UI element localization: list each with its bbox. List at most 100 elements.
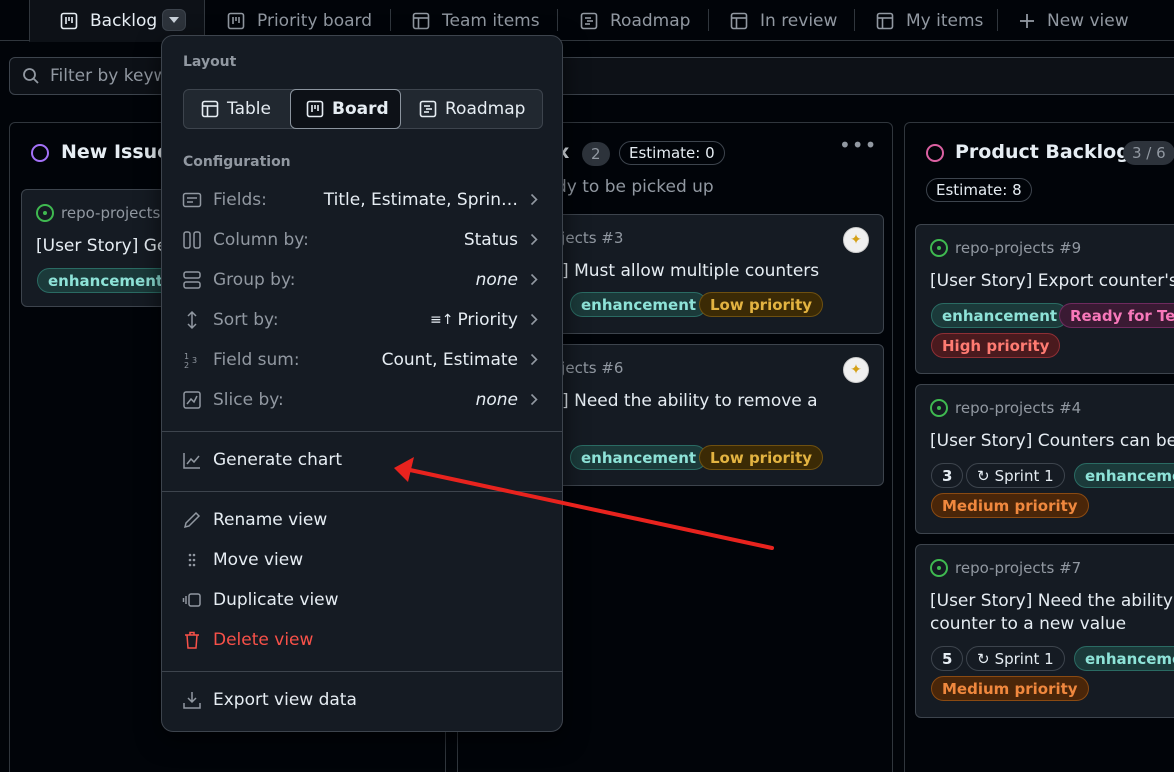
- board-icon: [227, 12, 245, 29]
- layout-label: Roadmap: [445, 99, 526, 119]
- config-sort-by[interactable]: Sort by: ≡↑ Priority: [162, 300, 562, 340]
- sort-ascending-icon: ≡↑: [430, 312, 454, 328]
- column-more-icon[interactable]: •••: [839, 133, 877, 157]
- tab-divider: [997, 9, 998, 31]
- issue-open-icon: [930, 239, 948, 257]
- label-enhancement[interactable]: enhancement: [931, 303, 1069, 328]
- config-fields[interactable]: Fields: Title, Estimate, Sprin…: [162, 180, 562, 220]
- sprint-badge[interactable]: ↻ Sprint 1: [966, 646, 1065, 671]
- card-title[interactable]: [User Story] Export counter's c: [930, 270, 1174, 293]
- grabber-icon: [188, 553, 196, 567]
- chevron-right-icon: [530, 393, 538, 406]
- tab-my-items[interactable]: My items: [876, 0, 983, 41]
- delete-view-item[interactable]: Delete view: [162, 620, 562, 660]
- card-repo: repo-projects #4: [955, 399, 1082, 417]
- card-meta: repo-projects #7: [930, 559, 1081, 577]
- configuration-heading: Configuration: [183, 154, 291, 170]
- config-group-by[interactable]: Group by: none: [162, 260, 562, 300]
- config-column-by[interactable]: Column by: Status: [162, 220, 562, 260]
- issue-open-icon: [36, 204, 54, 222]
- duplicate-view-item[interactable]: Duplicate view: [162, 580, 562, 620]
- label-low-priority[interactable]: Low priority: [699, 445, 824, 470]
- card-title[interactable]: [User Story] Need the ability t: [930, 590, 1174, 613]
- config-label: Field sum:: [213, 350, 300, 370]
- filter-placeholder: Filter by keyw: [50, 66, 168, 86]
- label-enhancement[interactable]: enhancemen: [1074, 646, 1174, 671]
- card-meta: repo-projects #4: [930, 399, 1081, 417]
- tab-roadmap[interactable]: Roadmap: [580, 0, 690, 41]
- menu-divider: [162, 671, 562, 672]
- board-icon: [60, 12, 78, 29]
- graph-icon: [183, 453, 200, 469]
- fields-icon: [182, 192, 202, 208]
- issue-open-icon: [930, 399, 948, 417]
- sprint-label: Sprint 1: [994, 649, 1054, 668]
- card-title[interactable]: [User Story] Ge: [36, 235, 167, 258]
- label-enhancement[interactable]: enhancement: [570, 445, 708, 470]
- menu-item-label: Export view data: [213, 690, 357, 710]
- config-label: Slice by:: [213, 390, 284, 410]
- tab-divider: [854, 9, 855, 31]
- move-view-item[interactable]: Move view: [162, 540, 562, 580]
- export-view-data-item[interactable]: Export view data: [162, 680, 562, 720]
- chevron-right-icon: [530, 353, 538, 366]
- tab-in-review[interactable]: In review: [730, 0, 837, 41]
- avatar-icon: ✦: [850, 232, 862, 248]
- layout-table-button[interactable]: Table: [201, 90, 271, 128]
- label-medium-priority[interactable]: Medium priority: [931, 676, 1089, 701]
- column-title: Product Backlog: [955, 141, 1130, 163]
- issue-card[interactable]: repo-projects #7 [User Story] Need the a…: [915, 544, 1174, 718]
- issue-card[interactable]: repo-projects #4 [User Story] Counters c…: [915, 384, 1174, 534]
- tab-label: New view: [1047, 10, 1129, 31]
- layout-switcher: Table Board Roadmap: [183, 89, 543, 129]
- estimate-badge: 5: [931, 646, 964, 671]
- menu-divider: [162, 491, 562, 492]
- plus-icon: [1020, 13, 1034, 28]
- label-high-priority[interactable]: High priority: [931, 333, 1061, 358]
- card-title[interactable]: y] Need the ability to remove a: [552, 390, 818, 413]
- new-view-button[interactable]: New view: [1019, 0, 1129, 41]
- label-enhancement[interactable]: enhancement: [37, 268, 175, 293]
- tab-menu-button[interactable]: [162, 9, 186, 31]
- config-label: Fields:: [213, 190, 267, 210]
- view-options-menu: Layout Table Board Roadmap Configuration…: [161, 35, 563, 732]
- config-slice-by[interactable]: Slice by: none: [162, 380, 562, 420]
- rename-view-item[interactable]: Rename view: [162, 500, 562, 540]
- label-low-priority[interactable]: Low priority: [699, 292, 824, 317]
- avatar[interactable]: ✦: [843, 227, 869, 253]
- column-estimate: Estimate: 8: [926, 178, 1032, 202]
- card-title[interactable]: y] Must allow multiple counters: [552, 260, 819, 283]
- card-meta: repo-projects #: [36, 204, 178, 222]
- config-value: ≡↑ Priority: [430, 310, 518, 330]
- label-ready-for-testing[interactable]: Ready for Testi: [1059, 303, 1174, 328]
- column-description: dy to be picked up: [556, 177, 714, 197]
- layout-roadmap-button[interactable]: Roadmap: [419, 90, 525, 128]
- board-column-product-backlog: Product Backlog 3 / 6 Estimate: 8 repo-p…: [904, 122, 1174, 772]
- issue-card[interactable]: repo-projects #9 [User Story] Export cou…: [915, 224, 1174, 374]
- status-circle-icon: [31, 144, 49, 162]
- columns-icon: [183, 231, 201, 249]
- sprint-badge[interactable]: ↻ Sprint 1: [966, 463, 1065, 488]
- label-enhancement[interactable]: enhancemen: [1074, 463, 1174, 488]
- config-value: Count, Estimate: [381, 350, 518, 370]
- menu-item-label: Generate chart: [213, 450, 342, 470]
- chevron-right-icon: [530, 193, 538, 206]
- generate-chart-item[interactable]: Generate chart: [162, 440, 562, 480]
- layout-board-button[interactable]: Board: [290, 89, 401, 129]
- column-count: 3 / 6: [1123, 141, 1174, 165]
- chevron-right-icon: [530, 233, 538, 246]
- config-field-sum[interactable]: 132 Field sum: Count, Estimate: [162, 340, 562, 380]
- card-meta: repo-projects #9: [930, 239, 1081, 257]
- config-value: Status: [463, 230, 518, 250]
- roadmap-icon: [419, 100, 437, 118]
- card-title[interactable]: [User Story] Counters can be r: [930, 430, 1174, 453]
- svg-text:2: 2: [184, 361, 189, 370]
- card-title-line-2[interactable]: counter to a new value: [930, 613, 1126, 636]
- label-enhancement[interactable]: enhancement: [570, 292, 708, 317]
- table-icon: [201, 100, 219, 118]
- avatar[interactable]: ✦: [843, 357, 869, 383]
- label-medium-priority[interactable]: Medium priority: [931, 493, 1089, 518]
- card-repo: repo-projects #7: [955, 559, 1082, 577]
- chevron-right-icon: [530, 313, 538, 326]
- config-label: Column by:: [213, 230, 309, 250]
